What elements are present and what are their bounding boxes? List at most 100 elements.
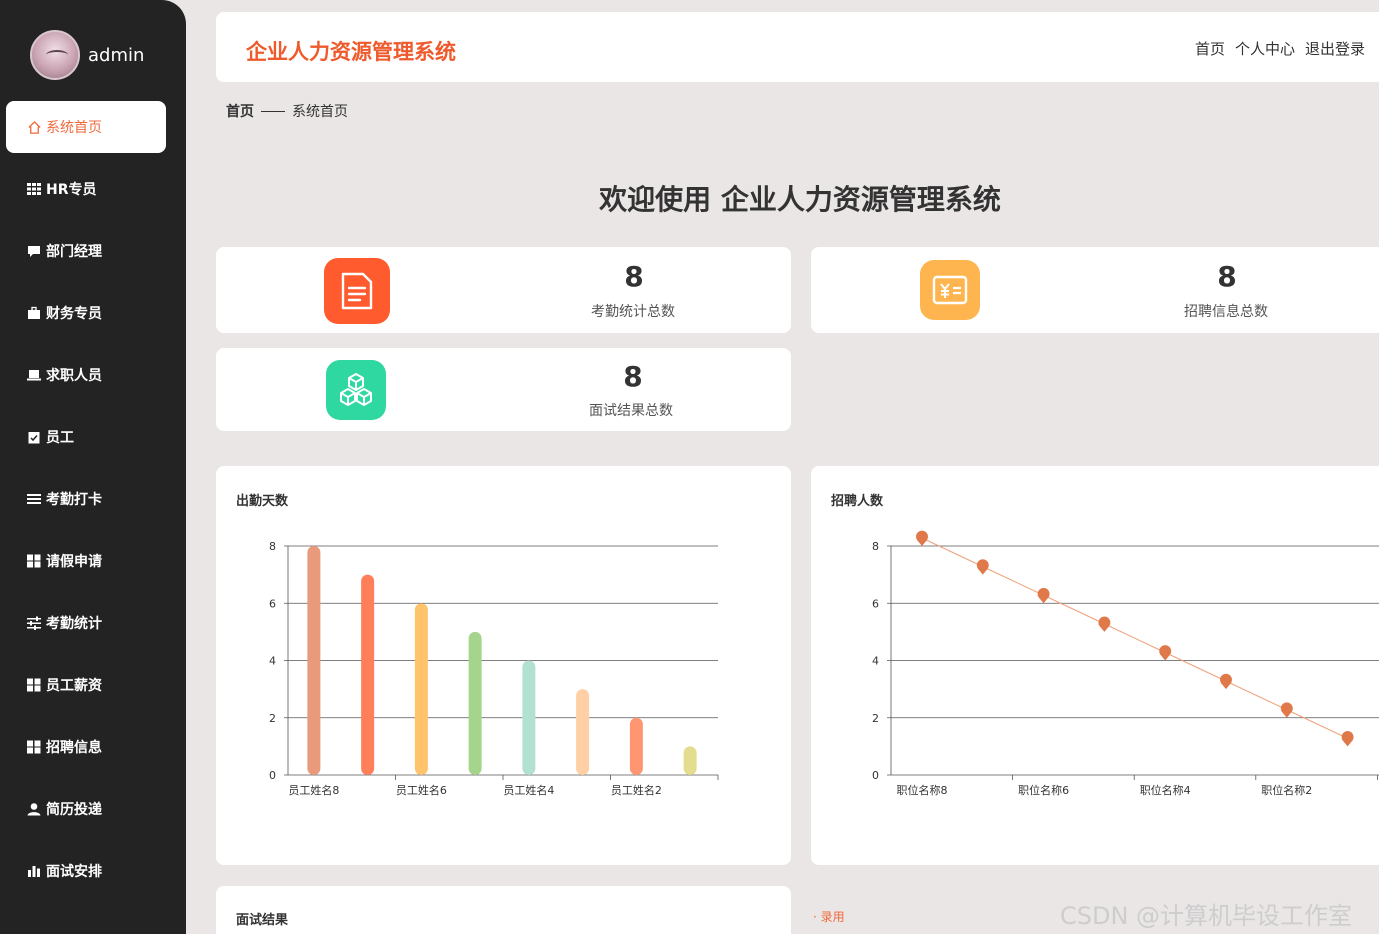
sidebar-item-label: 员工 bbox=[46, 430, 74, 446]
sidebar-item-label: 招聘信息 bbox=[46, 740, 102, 756]
bar bbox=[522, 660, 536, 775]
data-point bbox=[1098, 616, 1111, 632]
data-point bbox=[1280, 702, 1293, 718]
dashboard-icon bbox=[26, 739, 42, 755]
sidebar-item-hr[interactable]: HR专员 bbox=[0, 163, 186, 215]
data-point bbox=[1159, 645, 1172, 661]
sidebar-item-label: 财务专员 bbox=[46, 306, 102, 322]
x-tick-label: 员工姓名6 bbox=[396, 783, 447, 797]
data-point bbox=[1341, 731, 1354, 747]
welcome-heading: 欢迎使用 企业人力资源管理系统 bbox=[599, 183, 1001, 216]
home-icon bbox=[26, 119, 42, 135]
sidebar-item-leave[interactable]: 请假申请 bbox=[0, 535, 186, 587]
clipboard-icon bbox=[26, 429, 42, 445]
interview-chart-panel: 面试结果 bbox=[216, 886, 791, 934]
sidebar-item-label: 简历投递 bbox=[46, 802, 102, 818]
grid-icon bbox=[26, 181, 42, 197]
y-tick-label: 6 bbox=[269, 597, 276, 610]
stat-value: 8 bbox=[624, 260, 644, 293]
bar bbox=[414, 603, 428, 775]
data-point bbox=[1220, 673, 1232, 690]
sidebar-item-employee[interactable]: 员工 bbox=[0, 411, 186, 463]
stat-label: 考勤统计总数 bbox=[591, 304, 675, 320]
bar bbox=[683, 746, 697, 775]
y-tick-label: 2 bbox=[872, 712, 879, 725]
bar bbox=[576, 689, 590, 775]
username: admin bbox=[88, 44, 145, 66]
interview-legend-item[interactable]: · 录用 bbox=[813, 908, 845, 925]
sidebar-item-label: 员工薪资 bbox=[46, 678, 102, 694]
sidebar-item-label: 考勤统计 bbox=[46, 616, 102, 632]
stat-value: 8 bbox=[1217, 260, 1237, 293]
sidebar-item-label: 求职人员 bbox=[46, 368, 102, 384]
recruitment-chart-panel: 招聘人数 0 2 4 6 8 职位名称8 职位名称6 职位名称4 职位名称2 bbox=[811, 466, 1379, 865]
breadcrumb-separator bbox=[261, 110, 285, 112]
bar-chart-icon bbox=[26, 863, 42, 879]
y-tick-label: 6 bbox=[872, 597, 879, 610]
chat-icon bbox=[26, 243, 42, 259]
legend-label: 录用 bbox=[820, 910, 845, 924]
stat-value: 8 bbox=[623, 360, 643, 393]
sidebar-item-interview[interactable]: 面试安排 bbox=[0, 845, 186, 897]
attendance-bar-chart: 0 2 4 6 8 员工姓名8 员工姓名6 员工姓名4 员工姓名2 bbox=[269, 540, 719, 797]
sidebar-item-label: HR专员 bbox=[46, 182, 97, 198]
sidebar-item-home[interactable]: 系统首页 bbox=[6, 101, 166, 153]
sidebar-item-label: 考勤打卡 bbox=[46, 492, 102, 508]
data-point bbox=[1037, 587, 1050, 604]
nav-profile-link[interactable]: 个人中心 bbox=[1235, 38, 1295, 59]
sidebar-item-label: 面试安排 bbox=[46, 864, 102, 880]
sidebar-item-resume[interactable]: 简历投递 bbox=[0, 783, 186, 835]
avatar[interactable] bbox=[30, 30, 80, 80]
sidebar-item-label: 请假申请 bbox=[46, 554, 102, 570]
list-icon bbox=[26, 491, 42, 507]
x-tick-label: 员工姓名4 bbox=[503, 783, 554, 797]
y-tick-label: 8 bbox=[872, 540, 879, 553]
nav-home-link[interactable]: 首页 bbox=[1195, 38, 1225, 59]
stat-card-attendance: 8 考勤统计总数 bbox=[216, 247, 791, 333]
laptop-icon bbox=[26, 367, 42, 383]
sliders-icon bbox=[26, 615, 42, 631]
sidebar-item-attendance-checkin[interactable]: 考勤打卡 bbox=[0, 473, 186, 525]
sidebar: admin 系统首页 HR专员 部门经理 财务专员 求职人员 员工 考勤打卡 请… bbox=[0, 0, 186, 934]
sidebar-item-salary[interactable]: 员工薪资 bbox=[0, 659, 186, 711]
data-point bbox=[976, 559, 989, 575]
y-tick-label: 8 bbox=[269, 540, 276, 553]
sidebar-item-applicant[interactable]: 求职人员 bbox=[0, 349, 186, 401]
stat-label: 面试结果总数 bbox=[589, 403, 673, 419]
y-tick-label: 0 bbox=[872, 769, 879, 782]
top-header: 企业人力资源管理系统 首页 个人中心 退出登录 bbox=[216, 12, 1379, 82]
user-profile: admin bbox=[30, 30, 144, 80]
x-tick-label: 员工姓名2 bbox=[611, 783, 662, 797]
sidebar-item-dept-manager[interactable]: 部门经理 bbox=[0, 225, 186, 277]
sidebar-menu: 系统首页 HR专员 部门经理 财务专员 求职人员 员工 考勤打卡 请假申请 考勤… bbox=[0, 101, 186, 907]
sidebar-item-recruitment[interactable]: 招聘信息 bbox=[0, 721, 186, 773]
breadcrumb-home[interactable]: 首页 bbox=[226, 101, 254, 121]
x-tick-label: 职位名称4 bbox=[1140, 783, 1191, 797]
stat-card-interview: 8 面试结果总数 bbox=[216, 348, 791, 431]
sidebar-item-finance[interactable]: 财务专员 bbox=[0, 287, 186, 339]
breadcrumb-current: 系统首页 bbox=[292, 104, 348, 120]
bar bbox=[629, 717, 643, 775]
x-tick-label: 职位名称6 bbox=[1018, 783, 1069, 797]
sidebar-item-label: 系统首页 bbox=[46, 120, 102, 136]
stat-label: 招聘信息总数 bbox=[1184, 304, 1268, 320]
user-icon bbox=[26, 801, 42, 817]
dashboard-icon bbox=[26, 553, 42, 569]
y-tick-label: 2 bbox=[269, 712, 276, 725]
cubes-icon bbox=[326, 360, 386, 420]
document-icon bbox=[324, 258, 390, 324]
top-nav: 首页 个人中心 退出登录 bbox=[1195, 38, 1365, 59]
y-tick-label: 4 bbox=[269, 655, 276, 668]
bar bbox=[307, 546, 321, 775]
stat-card-recruitment: 8 招聘信息总数 bbox=[811, 247, 1379, 333]
recruitment-scatter-chart: 0 2 4 6 8 职位名称8 职位名称6 职位名称4 职位名称2 bbox=[872, 530, 1379, 797]
data-point bbox=[916, 530, 928, 546]
y-tick-label: 0 bbox=[269, 769, 276, 782]
nav-logout-link[interactable]: 退出登录 bbox=[1305, 38, 1365, 59]
dashboard-icon bbox=[26, 677, 42, 693]
invoice-icon bbox=[920, 260, 980, 320]
bar bbox=[361, 574, 375, 775]
attendance-chart-panel: 出勤天数 0 2 4 6 8 员工姓名8 员工姓名6 员工姓名4 员工姓名2 bbox=[216, 466, 791, 865]
sidebar-item-attendance-stats[interactable]: 考勤统计 bbox=[0, 597, 186, 649]
watermark: CSDN @计算机毕设工作室 bbox=[1060, 902, 1353, 930]
